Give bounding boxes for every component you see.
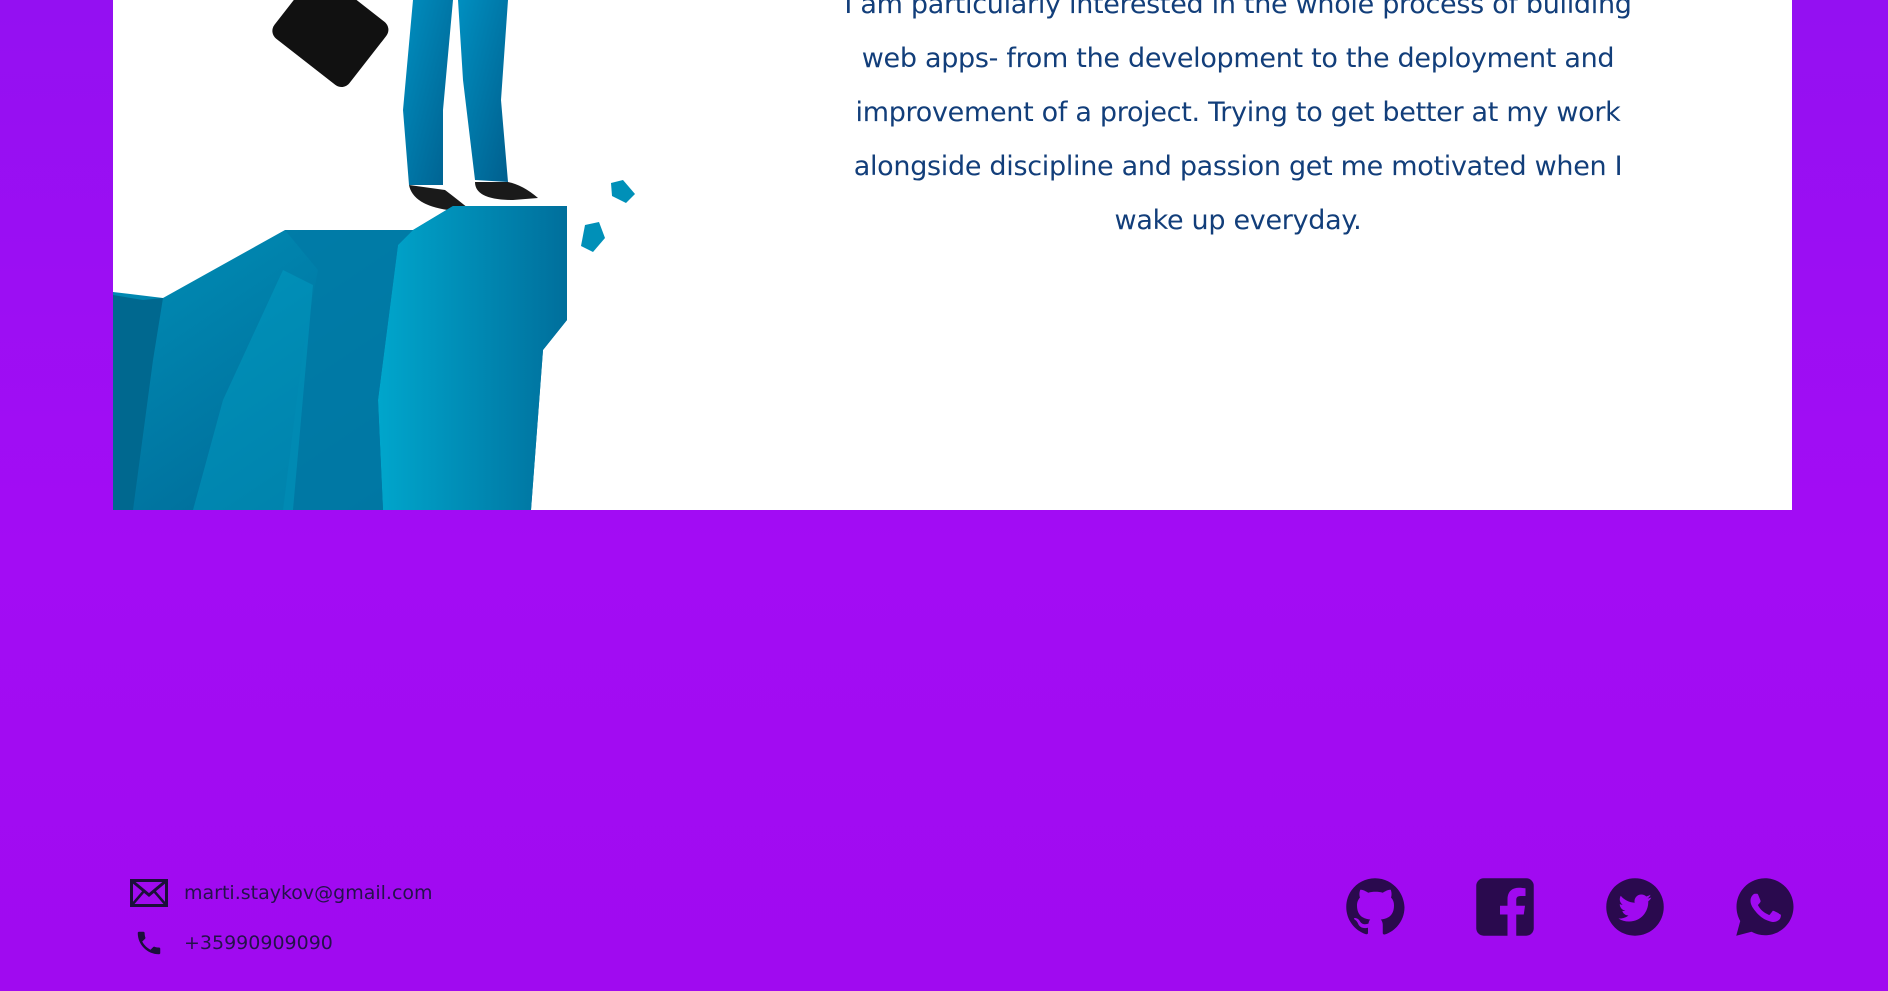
- cliff-businessman-illustration: [113, 0, 635, 510]
- envelope-icon: [130, 878, 168, 908]
- contact-list: marti.staykov@gmail.com +35990909090: [130, 868, 433, 968]
- phone-link[interactable]: +35990909090: [184, 932, 333, 954]
- phone-contact[interactable]: +35990909090: [130, 918, 433, 968]
- about-paragraph: I am particularly interested in the whol…: [844, 0, 1632, 236]
- email-link[interactable]: marti.staykov@gmail.com: [184, 882, 433, 904]
- twitter-icon[interactable]: [1605, 877, 1665, 937]
- whatsapp-icon[interactable]: [1735, 877, 1795, 937]
- email-contact[interactable]: marti.staykov@gmail.com: [130, 868, 433, 918]
- social-links: [1345, 877, 1795, 937]
- github-icon[interactable]: [1345, 877, 1405, 937]
- about-section: I am particularly interested in the whol…: [113, 0, 1792, 510]
- phone-icon: [130, 928, 168, 958]
- briefcase-icon: [272, 0, 389, 88]
- facebook-icon[interactable]: [1475, 877, 1535, 937]
